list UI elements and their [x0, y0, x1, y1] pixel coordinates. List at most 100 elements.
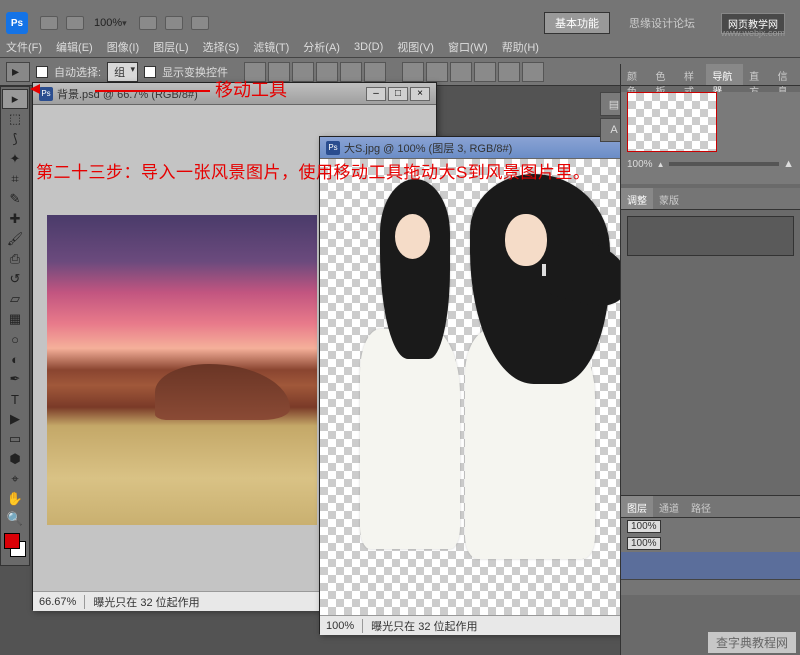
- doc1-titlebar[interactable]: Ps 背景.psd @ 66.7% (RGB/8#) – □ ×: [33, 83, 436, 105]
- quick-select-tool[interactable]: ✦: [2, 149, 28, 169]
- auto-select-checkbox[interactable]: [36, 66, 48, 78]
- distribute-left-button[interactable]: [474, 62, 496, 82]
- shape-tool[interactable]: ▭: [2, 429, 28, 449]
- zoom-display: 100%: [94, 17, 122, 29]
- lasso-tool[interactable]: ⟆: [2, 129, 28, 149]
- adjust-panel-tabs: 调整 蒙版: [621, 188, 800, 210]
- adjustments-content: [627, 216, 794, 256]
- align-right-button[interactable]: [364, 62, 386, 82]
- align-top-button[interactable]: [244, 62, 266, 82]
- doc1-close-button[interactable]: ×: [410, 87, 430, 101]
- 3d-tool[interactable]: ⬢: [2, 449, 28, 469]
- layer-row-active[interactable]: [621, 552, 800, 580]
- tab-channels[interactable]: 通道: [653, 496, 685, 517]
- workspace-switcher[interactable]: 基本功能: [544, 12, 610, 34]
- color-swatches[interactable]: [1, 533, 29, 563]
- zoom-tool[interactable]: 🔍: [2, 509, 28, 529]
- gradient-tool[interactable]: ▦: [2, 309, 28, 329]
- stamp-tool[interactable]: ⎙: [2, 249, 28, 269]
- current-tool-icon[interactable]: [6, 62, 30, 82]
- doc1-maximize-button[interactable]: □: [388, 87, 408, 101]
- auto-select-dropdown[interactable]: 组: [107, 62, 138, 82]
- menu-layer[interactable]: 图层(L): [153, 39, 188, 55]
- tab-swatches[interactable]: 色板: [649, 64, 677, 85]
- doc1-minimize-button[interactable]: –: [366, 87, 386, 101]
- bottom-watermark: 查字典教程网: [708, 632, 796, 653]
- menu-window[interactable]: 窗口(W): [448, 39, 488, 55]
- show-transform-checkbox[interactable]: [144, 66, 156, 78]
- view-mode-button[interactable]: [139, 16, 157, 30]
- 3d-camera-tool[interactable]: ⌖: [2, 469, 28, 489]
- tab-navigator[interactable]: 导航器: [706, 64, 743, 85]
- app-titlebar: Ps 100% ▾ 基本功能 思缘设计论坛 网页教学网: [0, 10, 800, 36]
- pen-tool[interactable]: ✒: [2, 369, 28, 389]
- arrange-button[interactable]: [191, 16, 209, 30]
- layers-panel: 图层 通道 路径 100% 100%: [621, 495, 800, 595]
- distribute-hcenter-button[interactable]: [498, 62, 520, 82]
- distribute-top-button[interactable]: [402, 62, 424, 82]
- nav-zoom-value: 100%: [627, 159, 653, 170]
- hand-tool[interactable]: ✋: [2, 489, 28, 509]
- text-tool[interactable]: T: [2, 389, 28, 409]
- eraser-tool[interactable]: ▱: [2, 289, 28, 309]
- zoom-dropdown-icon[interactable]: ▾: [122, 18, 127, 29]
- toolbox: ▸ ⬚ ⟆ ✦ ⌗ ✎ ✚ 🖌 ⎙ ↺ ▱ ▦ ○ ◐ ✒ T ▶ ▭ ⬢ ⌖ …: [0, 86, 30, 566]
- watermark-url: www.webjx.com: [721, 28, 785, 38]
- auto-select-label: 自动选择:: [54, 64, 101, 80]
- align-left-button[interactable]: [316, 62, 338, 82]
- menu-view[interactable]: 视图(V): [397, 39, 434, 55]
- tab-info[interactable]: 信息: [772, 64, 800, 85]
- foreground-color[interactable]: [4, 533, 20, 549]
- doc1-status-text: 曝光只在 32 位起作用: [93, 594, 199, 610]
- nav-panel-tabs: 颜色 色板 样式 导航器 直方 信息: [621, 64, 800, 86]
- nav-zoom-slider[interactable]: [669, 162, 780, 166]
- healing-tool[interactable]: ✚: [2, 209, 28, 229]
- doc2-title: 大S.jpg @ 100% (图层 3, RGB/8#): [344, 140, 628, 156]
- align-hcenter-button[interactable]: [340, 62, 362, 82]
- menu-bar: 文件(F) 编辑(E) 图像(I) 图层(L) 选择(S) 滤镜(T) 分析(A…: [0, 36, 800, 58]
- menu-help[interactable]: 帮助(H): [502, 39, 539, 55]
- annotation-arrow-icon: [30, 84, 40, 94]
- menu-filter[interactable]: 滤镜(T): [253, 39, 289, 55]
- align-bottom-button[interactable]: [292, 62, 314, 82]
- fill-value[interactable]: 100%: [627, 537, 661, 550]
- menu-3d[interactable]: 3D(D): [354, 41, 383, 53]
- screen-mode-button[interactable]: [165, 16, 183, 30]
- marquee-tool[interactable]: ⬚: [2, 109, 28, 129]
- brush-tool[interactable]: 🖌: [2, 229, 28, 249]
- dodge-tool[interactable]: ◐: [2, 349, 28, 369]
- menu-select[interactable]: 选择(S): [203, 39, 240, 55]
- navigator-thumbnail[interactable]: [627, 92, 717, 152]
- distribute-right-button[interactable]: [522, 62, 544, 82]
- distribute-bottom-button[interactable]: [450, 62, 472, 82]
- menu-edit[interactable]: 编辑(E): [56, 39, 93, 55]
- history-back-button[interactable]: [40, 16, 58, 30]
- ps-logo: Ps: [6, 12, 28, 34]
- tab-styles[interactable]: 样式: [678, 64, 706, 85]
- tab-histogram[interactable]: 直方: [743, 64, 771, 85]
- menu-analysis[interactable]: 分析(A): [303, 39, 340, 55]
- tab-adjustments[interactable]: 调整: [621, 188, 653, 209]
- path-select-tool[interactable]: ▶: [2, 409, 28, 429]
- tab-color[interactable]: 颜色: [621, 64, 649, 85]
- tab-layers[interactable]: 图层: [621, 496, 653, 517]
- landscape-image: [47, 215, 317, 525]
- tab-paths[interactable]: 路径: [685, 496, 717, 517]
- history-brush-tool[interactable]: ↺: [2, 269, 28, 289]
- show-transform-label: 显示变换控件: [162, 64, 228, 80]
- distribute-vcenter-button[interactable]: [426, 62, 448, 82]
- menu-image[interactable]: 图像(I): [107, 39, 139, 55]
- align-vcenter-button[interactable]: [268, 62, 290, 82]
- crop-tool[interactable]: ⌗: [2, 169, 28, 189]
- blur-tool[interactable]: ○: [2, 329, 28, 349]
- right-panel-dock: 颜色 色板 样式 导航器 直方 信息 100% ▲ ▲ 调整 蒙版 图层 通道 …: [620, 64, 800, 655]
- eyedropper-tool[interactable]: ✎: [2, 189, 28, 209]
- watermark-text-1: 思缘设计论坛: [629, 15, 695, 31]
- ps-doc-icon: Ps: [39, 87, 53, 101]
- opacity-value[interactable]: 100%: [627, 520, 661, 533]
- move-tool[interactable]: ▸: [2, 89, 28, 109]
- tab-masks[interactable]: 蒙版: [653, 188, 685, 209]
- menu-file[interactable]: 文件(F): [6, 39, 42, 55]
- history-fwd-button[interactable]: [66, 16, 84, 30]
- doc1-zoom: 66.67%: [39, 596, 76, 608]
